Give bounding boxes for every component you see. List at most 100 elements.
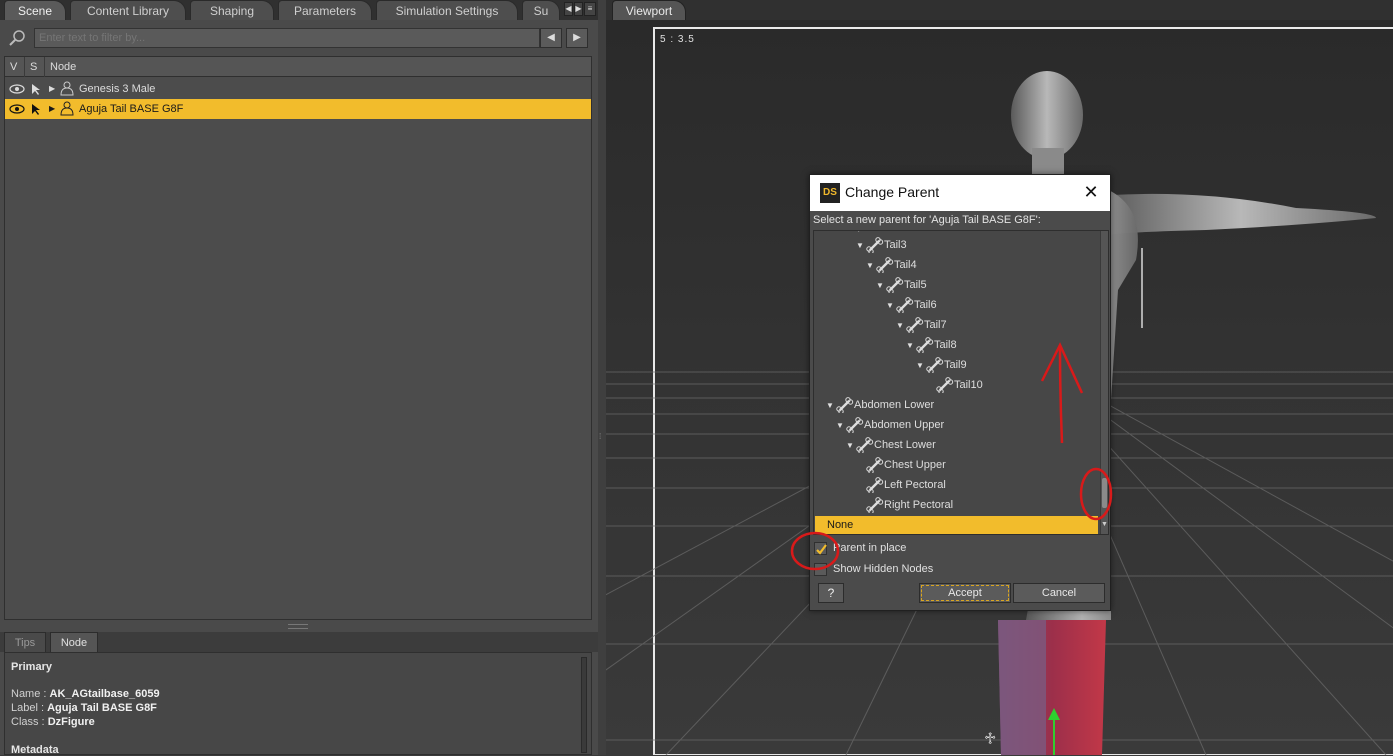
expand-down-arrow-icon[interactable]: ▼ [856, 236, 866, 256]
eye-icon[interactable] [9, 99, 27, 119]
info-label-line: Label : Aguja Tail BASE G8F [11, 702, 157, 714]
list-item-label: Left Pectoral [884, 479, 946, 491]
expand-down-arrow-icon[interactable]: ▼ [866, 256, 876, 276]
pane-splitter[interactable] [598, 0, 606, 755]
expand-down-arrow-icon[interactable]: ▼ [826, 396, 836, 416]
tab-scroll-left-icon[interactable]: ◀ [564, 2, 573, 16]
select-arrow-icon[interactable] [29, 79, 45, 99]
column-node[interactable]: Node [45, 57, 591, 77]
list-item[interactable]: Left Pectoral [856, 475, 946, 495]
expand-down-arrow-icon[interactable]: ▼ [846, 436, 856, 456]
pane-menu-icon[interactable]: ≡ [584, 2, 596, 16]
bone-icon [896, 297, 914, 314]
bone-icon [916, 337, 934, 354]
scene-pane: Scene Content Library Shaping Parameters… [0, 0, 598, 756]
bone-icon [866, 237, 884, 254]
tab-content-library[interactable]: Content Library [70, 0, 186, 20]
bone-icon [936, 377, 954, 394]
expand-down-arrow-icon[interactable]: ▼ [916, 356, 926, 376]
tab-viewport[interactable]: Viewport [612, 0, 686, 20]
list-item[interactable]: ▼ Tail8 [906, 335, 957, 355]
filter-next-button[interactable]: ▶ [566, 28, 588, 48]
close-button[interactable]: ✕ [1080, 181, 1102, 203]
list-item-label: Tail8 [934, 339, 957, 351]
left-tab-bar: Scene Content Library Shaping Parameters… [0, 0, 598, 20]
list-item[interactable]: ▼ Chest Lower [846, 435, 936, 455]
tab-node[interactable]: Node [50, 632, 98, 652]
tree-header: V S Node [5, 57, 591, 77]
tree-row-selected[interactable]: ▶ Aguja Tail BASE G8F [5, 99, 591, 119]
aspect-ratio-label: 5 : 3.5 [660, 34, 695, 45]
expand-arrow-icon[interactable]: ▶ [49, 99, 55, 119]
list-item[interactable]: ▼ Abdomen Lower [826, 395, 934, 415]
show-hidden-nodes-checkbox[interactable] [814, 563, 827, 576]
eye-icon[interactable] [9, 79, 27, 99]
list-item[interactable]: ▼ Tail7 [896, 315, 947, 335]
svg-text:♱: ♱ [984, 729, 996, 748]
pane-resize-grip[interactable] [288, 624, 308, 629]
tab-tips[interactable]: Tips [4, 632, 46, 652]
list-item[interactable]: ▼ Tail3 [856, 235, 907, 255]
bone-icon [866, 457, 884, 474]
list-item-label: Abdomen Lower [854, 399, 935, 411]
column-selectable[interactable]: S [25, 57, 45, 77]
list-item[interactable]: Tail10 [926, 375, 983, 395]
expand-down-arrow-icon[interactable]: ▼ [836, 416, 846, 436]
splitter-handle-icon: ⁞ [599, 432, 602, 441]
expand-down-arrow-icon[interactable]: ▼ [886, 296, 896, 316]
list-item-label: Tail4 [894, 259, 917, 271]
bone-icon [866, 477, 884, 494]
list-item[interactable]: ▼ Tail5 [876, 275, 927, 295]
list-scrollbar-thumb[interactable] [1102, 478, 1107, 508]
list-item-partial: ▾ [856, 231, 862, 239]
list-item-label: Tail3 [884, 239, 907, 251]
list-item-label: Abdomen Upper [864, 419, 945, 431]
list-item-label: Tail9 [944, 359, 967, 371]
tab-simulation-settings[interactable]: Simulation Settings [376, 0, 518, 20]
list-item-label: Tail5 [904, 279, 927, 291]
expand-arrow-icon[interactable]: ▶ [49, 79, 55, 99]
list-item-selected[interactable]: None [815, 516, 1098, 534]
parent-in-place-checkbox[interactable] [814, 542, 827, 555]
tab-surfaces[interactable]: Su [522, 0, 560, 20]
parent-node-list[interactable]: Right Pectoral Left Pectoral Chest Upper ▼ C… [813, 230, 1109, 535]
accept-button[interactable]: Accept [919, 583, 1011, 603]
help-button[interactable]: ? [818, 583, 844, 603]
cancel-button[interactable]: Cancel [1013, 583, 1105, 603]
filter-bar: ◀ ▶ [4, 26, 592, 50]
info-scrollbar[interactable] [581, 657, 587, 753]
change-parent-dialog: DS Change Parent ✕ Select a new parent f… [809, 174, 1111, 611]
expand-down-arrow-icon[interactable]: ▼ [876, 276, 886, 296]
bone-icon [846, 417, 864, 434]
dialog-titlebar[interactable]: DS Change Parent ✕ [810, 175, 1110, 211]
node-info-panel: Primary Name : AK_AGtailbase_6059 Label … [4, 652, 592, 756]
column-visible[interactable]: V [5, 57, 25, 77]
list-item[interactable]: ▼ Abdomen Upper [836, 415, 944, 435]
list-item-label: Tail6 [914, 299, 937, 311]
tab-parameters[interactable]: Parameters [278, 0, 372, 20]
tree-row[interactable]: ▶ Genesis 3 Male [5, 79, 591, 99]
info-section-title: Primary [11, 661, 52, 673]
list-item[interactable]: Right Pectoral [856, 495, 953, 515]
list-item[interactable]: ▼ Tail9 [916, 355, 967, 375]
list-item-label: Chest Upper [884, 459, 946, 471]
filter-input[interactable] [34, 28, 540, 48]
tree-row-label: Aguja Tail BASE G8F [79, 103, 184, 115]
list-item-label: Chest Lower [874, 439, 936, 451]
filter-prev-button[interactable]: ◀ [540, 28, 562, 48]
tab-scene[interactable]: Scene [4, 0, 66, 20]
list-item[interactable]: ▼ Tail6 [886, 295, 937, 315]
dialog-footer: ? Accept Cancel [813, 581, 1109, 607]
select-arrow-icon[interactable] [29, 99, 45, 119]
expand-down-arrow-icon[interactable]: ▼ [896, 316, 906, 336]
scroll-down-arrow-icon[interactable]: ▼ [1101, 521, 1108, 531]
tab-scroll-right-icon[interactable]: ▶ [574, 2, 583, 16]
list-item[interactable]: Chest Upper [856, 455, 946, 475]
bone-icon [836, 397, 854, 414]
bone-icon [856, 437, 874, 454]
viewport-tab-bar: Viewport [606, 0, 1393, 20]
tab-shaping[interactable]: Shaping [190, 0, 274, 20]
search-icon [9, 30, 25, 46]
list-item[interactable]: ▼ Tail4 [866, 255, 917, 275]
expand-down-arrow-icon[interactable]: ▼ [906, 336, 916, 356]
